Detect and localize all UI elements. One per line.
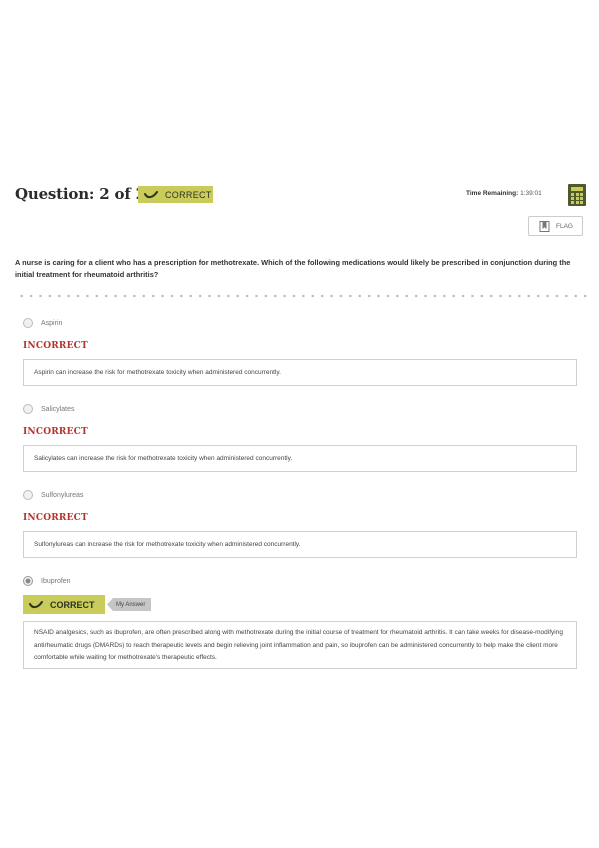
option-label: Aspirin	[41, 319, 63, 327]
calculator-icon[interactable]	[568, 184, 586, 206]
time-remaining: Time Remaining: 1:39:01	[466, 190, 542, 197]
checkmark-icon	[29, 600, 43, 609]
option-ibuprofen[interactable]: Ibuprofen	[23, 576, 71, 586]
radio-button[interactable]	[23, 404, 33, 414]
flag-icon	[539, 220, 550, 232]
incorrect-label: INCORRECT	[23, 427, 88, 437]
time-remaining-value: 1:39:01	[520, 190, 542, 197]
option-label: Sulfonylureas	[41, 491, 84, 499]
feedback-text: Sulfonylureas can increase the risk for …	[34, 541, 301, 548]
option-sulfonylureas[interactable]: Sulfonylureas	[23, 490, 83, 500]
question-text: A nurse is caring for a client who has a…	[15, 258, 571, 279]
incorrect-label: INCORRECT	[23, 341, 88, 351]
my-answer-tag: My Answer	[107, 598, 152, 611]
radio-button[interactable]	[23, 318, 33, 328]
status-badge: CORRECT	[138, 186, 213, 203]
option-label: Salicylates	[41, 405, 75, 413]
feedback-box: Sulfonylureas can increase the risk for …	[23, 531, 577, 558]
status-badge-label: CORRECT	[165, 189, 212, 200]
feedback-box: Salicylates can increase the risk for me…	[23, 445, 577, 472]
feedback-box: Aspirin can increase the risk for methot…	[23, 359, 577, 386]
flag-label: FLAG	[556, 222, 573, 230]
correct-badge-label: CORRECT	[50, 599, 95, 610]
option-label: Ibuprofen	[41, 577, 71, 585]
feedback-text: Salicylates can increase the risk for me…	[34, 455, 293, 462]
correct-badge: CORRECT	[23, 595, 105, 614]
radio-button-selected[interactable]	[23, 576, 33, 586]
option-aspirin[interactable]: Aspirin	[23, 318, 62, 328]
dotted-divider	[17, 293, 587, 299]
time-remaining-label: Time Remaining:	[466, 190, 519, 197]
feedback-box: NSAID analgesics, such as ibuprofen, are…	[23, 621, 577, 669]
feedback-text: Aspirin can increase the risk for methot…	[34, 369, 281, 376]
checkmark-icon	[144, 190, 158, 199]
radio-button[interactable]	[23, 490, 33, 500]
flag-button[interactable]: FLAG	[528, 216, 583, 236]
feedback-text: NSAID analgesics, such as ibuprofen, are…	[34, 629, 563, 661]
incorrect-label: INCORRECT	[23, 513, 88, 523]
question-counter: Question: 2 of 25	[15, 185, 157, 203]
option-salicylates[interactable]: Salicylates	[23, 404, 74, 414]
